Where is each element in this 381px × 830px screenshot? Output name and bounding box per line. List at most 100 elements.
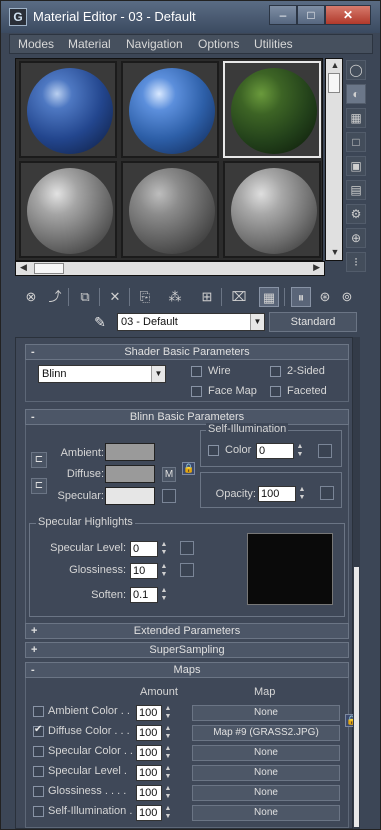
faceted-checkbox[interactable] (270, 386, 281, 397)
spinner-arrows-icon[interactable]: ▲ ▼ (164, 805, 172, 821)
go-forward-icon[interactable]: ⊚ (337, 287, 357, 307)
slots-vertical-scrollbar[interactable]: ▲ ▼ (325, 58, 343, 261)
map-button[interactable]: None (192, 785, 340, 801)
material-type-button[interactable]: Standard (269, 312, 357, 332)
chevron-down-icon[interactable]: ▼ (250, 314, 264, 330)
scroll-up-icon[interactable]: ▲ (329, 60, 341, 72)
face-map-checkbox[interactable] (191, 386, 202, 397)
maximize-button[interactable]: □ (297, 5, 325, 25)
spinner-arrows-icon[interactable]: ▲ ▼ (164, 765, 172, 781)
map-amount-value[interactable]: 100 (136, 725, 162, 741)
lock-icon[interactable]: 🔒 (182, 462, 195, 475)
spinner-arrows-icon[interactable]: ▲ ▼ (160, 541, 168, 557)
map-amount-value[interactable]: 100 (136, 805, 162, 821)
map-enable-checkbox[interactable] (33, 766, 44, 777)
select-by-material-icon[interactable]: ⊕ (346, 228, 366, 248)
panel-scrollbar[interactable] (353, 337, 360, 829)
slots-horizontal-scrollbar[interactable]: ◀ ▶ (15, 261, 325, 276)
self-illum-value[interactable]: 0 (256, 443, 294, 459)
two-sided-checkbox[interactable] (270, 366, 281, 377)
lock-diffuse-specular-icon[interactable]: ⊏ (31, 478, 47, 494)
sample-slot-6[interactable] (223, 161, 321, 258)
sample-slot-2[interactable] (121, 61, 219, 158)
specular-color-swatch[interactable] (105, 487, 155, 505)
show-map-icon[interactable]: ▦ (259, 287, 279, 307)
go-to-parent-icon[interactable]: ⊛ (315, 287, 335, 307)
scroll-left-icon[interactable]: ◀ (20, 262, 27, 273)
chevron-down-icon[interactable]: ▼ (151, 366, 165, 382)
map-enable-checkbox[interactable] (33, 746, 44, 757)
sample-slot-4[interactable] (19, 161, 117, 258)
menu-options[interactable]: Options (198, 37, 239, 51)
map-enable-checkbox[interactable] (33, 806, 44, 817)
specular-map-slot[interactable] (162, 489, 176, 503)
spinner-arrows-icon[interactable]: ▲ ▼ (160, 563, 168, 579)
assign-material-icon[interactable]: ⧉ (75, 287, 95, 307)
map-amount-value[interactable]: 100 (136, 745, 162, 761)
sample-type-icon[interactable]: ◯ (346, 60, 366, 80)
put-to-scene-icon[interactable]: ⤴ (45, 287, 65, 307)
lock-ambient-diffuse-icon[interactable]: ⊏ (31, 452, 47, 468)
map-button[interactable]: None (192, 705, 340, 721)
spinner-arrows-icon[interactable]: ▲ ▼ (298, 486, 306, 502)
close-button[interactable]: ✕ (325, 5, 371, 25)
panel-scroll-thumb[interactable] (354, 567, 359, 827)
self-illum-color-checkbox[interactable] (208, 445, 219, 456)
scroll-right-icon[interactable]: ▶ (313, 262, 320, 273)
copy-material-icon[interactable]: ⎘ (135, 287, 155, 307)
minimize-button[interactable]: – (269, 5, 297, 25)
rollout-extended-parameters[interactable]: + Extended Parameters (25, 623, 349, 639)
preview-icon[interactable]: ▤ (346, 180, 366, 200)
menu-modes[interactable]: Modes (18, 37, 54, 51)
show-end-result-icon[interactable]: ⏸ (291, 287, 311, 307)
map-amount-value[interactable]: 100 (136, 765, 162, 781)
ambient-color-swatch[interactable] (105, 443, 155, 461)
background-icon[interactable]: ▦ (346, 108, 366, 128)
menu-navigation[interactable]: Navigation (126, 37, 183, 51)
title-bar[interactable]: G Material Editor - 03 - Default – □ ✕ (1, 1, 380, 33)
specular-level-map-slot[interactable] (180, 541, 194, 555)
put-to-library-icon[interactable]: ⊞ (197, 287, 217, 307)
spinner-arrows-icon[interactable]: ▲ ▼ (296, 443, 304, 459)
menu-utilities[interactable]: Utilities (254, 37, 293, 51)
menu-material[interactable]: Material (68, 37, 111, 51)
opacity-value[interactable]: 100 (258, 486, 296, 502)
uv-tiling-icon[interactable]: □ (346, 132, 366, 152)
pick-material-icon[interactable]: ✎ (91, 313, 109, 331)
map-amount-value[interactable]: 100 (136, 705, 162, 721)
map-button[interactable]: None (192, 765, 340, 781)
glossiness-map-slot[interactable] (180, 563, 194, 577)
self-illum-map-slot[interactable] (318, 444, 332, 458)
specular-level-value[interactable]: 0 (130, 541, 158, 557)
opacity-map-slot[interactable] (320, 486, 334, 500)
map-button[interactable]: None (192, 745, 340, 761)
diffuse-map-button[interactable]: Map #9 (GRASS2.JPG) (192, 725, 340, 741)
get-material-icon[interactable]: ⊗ (21, 287, 41, 307)
spinner-arrows-icon[interactable]: ▲ ▼ (164, 705, 172, 721)
sample-slot-3-selected[interactable] (223, 61, 321, 158)
spinner-arrows-icon[interactable]: ▲ ▼ (160, 587, 168, 603)
map-button[interactable]: None (192, 805, 340, 821)
scroll-down-icon[interactable]: ▼ (329, 247, 341, 259)
backlight-icon[interactable]: ◐ (346, 84, 366, 104)
map-enable-checkbox[interactable] (33, 786, 44, 797)
diffuse-color-swatch[interactable] (105, 465, 155, 483)
options-icon[interactable]: ⚙ (346, 204, 366, 224)
rollout-shader-basic[interactable]: - Shader Basic Parameters (25, 344, 349, 360)
sample-slot-1[interactable] (19, 61, 117, 158)
material-id-icon[interactable]: ⌧ (229, 287, 249, 307)
scroll-thumb[interactable] (328, 73, 340, 93)
make-unique-icon[interactable]: ⁂ (165, 287, 185, 307)
rollout-maps[interactable]: - Maps (25, 662, 349, 678)
map-enable-checkbox[interactable] (33, 706, 44, 717)
sample-slot-5[interactable] (121, 161, 219, 258)
map-enable-checkbox-checked[interactable] (33, 724, 44, 737)
spinner-arrows-icon[interactable]: ▲ ▼ (164, 745, 172, 761)
material-navigator-icon[interactable]: ⁝ (346, 252, 366, 272)
spinner-arrows-icon[interactable]: ▲ ▼ (164, 725, 172, 741)
material-name-field[interactable]: 03 - Default ▼ (117, 313, 265, 331)
rollout-blinn-basic[interactable]: - Blinn Basic Parameters (25, 409, 349, 425)
wire-checkbox[interactable] (191, 366, 202, 377)
spinner-arrows-icon[interactable]: ▲ ▼ (164, 785, 172, 801)
video-check-icon[interactable]: ▣ (346, 156, 366, 176)
